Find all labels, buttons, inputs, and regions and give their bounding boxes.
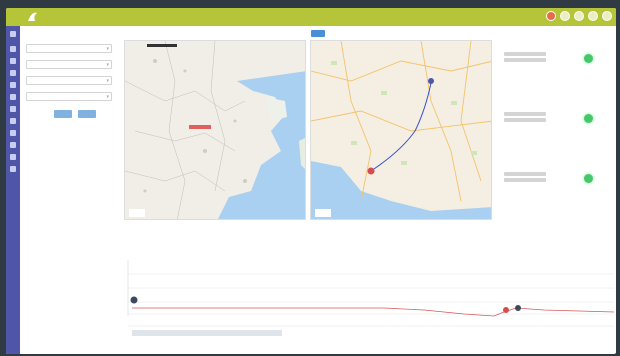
chevron-down-icon: ▾ [106, 62, 109, 68]
bell-icon[interactable] [574, 11, 584, 21]
node-item[interactable] [496, 164, 612, 204]
download-icon[interactable] [588, 11, 598, 21]
node-status-panel [496, 30, 612, 220]
route-map-canvas [311, 41, 491, 219]
tab-map[interactable] [311, 30, 325, 37]
info-icon[interactable] [10, 154, 16, 160]
node-item[interactable] [496, 104, 612, 144]
node-meta [504, 172, 546, 176]
report-icon[interactable] [10, 118, 16, 124]
overview-map[interactable] [124, 40, 306, 220]
chevron-down-icon: ▾ [106, 78, 109, 84]
chevron-down-icon: ▾ [106, 94, 109, 100]
settings-icon[interactable] [10, 31, 16, 37]
node-item[interactable] [496, 44, 612, 84]
timeline-canvas [127, 260, 615, 336]
calendar-icon[interactable] [10, 106, 16, 112]
map-icon[interactable] [10, 58, 16, 64]
chevron-down-icon: ▾ [106, 46, 109, 52]
node-meta [504, 58, 546, 62]
event-marker[interactable] [515, 305, 521, 311]
node-meta [504, 52, 546, 56]
series-line [132, 307, 615, 317]
node-meta [504, 118, 546, 122]
filter-field-3[interactable]: ▾ [26, 76, 112, 85]
chart-icon[interactable] [10, 82, 16, 88]
list-icon[interactable] [10, 70, 16, 76]
sidebar [6, 26, 20, 354]
top-bar [6, 8, 616, 26]
status-online-icon [584, 54, 593, 63]
route-icon[interactable] [10, 94, 16, 100]
user-icon[interactable] [10, 166, 16, 172]
start-marker[interactable] [130, 296, 138, 304]
archive-icon[interactable] [10, 130, 16, 136]
node-meta [504, 178, 546, 182]
globe-icon[interactable] [546, 11, 556, 21]
status-online-icon [584, 114, 593, 123]
timeline-chart[interactable] [124, 252, 616, 348]
event-marker[interactable] [503, 307, 509, 313]
settings-icon[interactable] [602, 11, 612, 21]
range-slider[interactable] [132, 330, 282, 336]
app-window: ▾ ▾ ▾ ▾ [6, 8, 616, 354]
overview-map-canvas [125, 41, 305, 219]
status-online-icon [584, 174, 593, 183]
user-icon[interactable] [560, 11, 570, 21]
filter-field-1[interactable]: ▾ [26, 44, 112, 53]
location-marker [189, 125, 211, 129]
reset-button[interactable] [78, 110, 96, 118]
node-meta [504, 112, 546, 116]
filter-field-4[interactable]: ▾ [26, 92, 112, 101]
route-start-marker[interactable] [367, 167, 375, 175]
logo-icon [28, 12, 37, 21]
query-button[interactable] [54, 110, 72, 118]
route-end-marker[interactable] [428, 78, 434, 84]
tool-icon[interactable] [10, 142, 16, 148]
route-map[interactable] [310, 40, 492, 220]
filter-field-2[interactable]: ▾ [26, 60, 112, 69]
top-icons [546, 11, 612, 21]
home-icon[interactable] [10, 46, 16, 52]
